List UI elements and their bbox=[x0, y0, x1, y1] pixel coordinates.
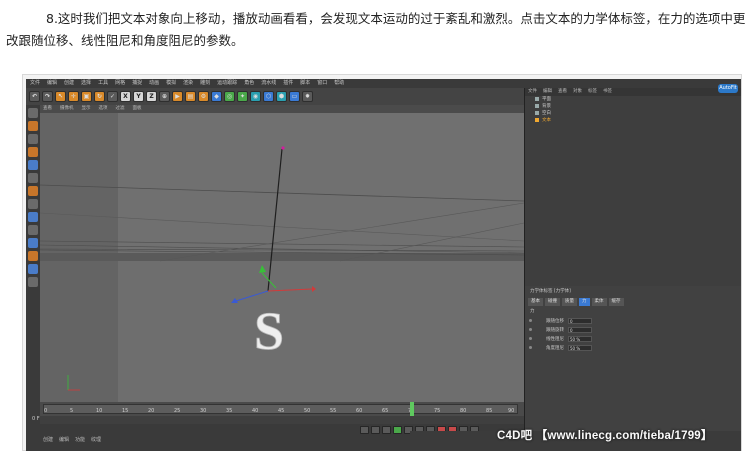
attr-value-field[interactable]: 50 % bbox=[568, 344, 592, 351]
move-icon[interactable]: ✛ bbox=[68, 91, 79, 102]
render-view-icon[interactable]: ▤ bbox=[185, 91, 196, 102]
material-menu-item[interactable]: 创建 bbox=[43, 436, 53, 444]
scene-icon[interactable]: ⬡ bbox=[263, 91, 274, 102]
attr-value-field[interactable]: 0 bbox=[568, 317, 592, 324]
prev-key-icon[interactable] bbox=[371, 426, 380, 434]
rotate-icon[interactable]: ↻ bbox=[94, 91, 105, 102]
article-paragraph: 8.这时我们把文本对象向上移动，播放动画看看，会发现文本运动的过于紊乱和激烈。点… bbox=[6, 11, 746, 48]
app-logo: AutoFit bbox=[718, 84, 738, 93]
camera-icon[interactable]: ▭ bbox=[289, 91, 300, 102]
object-menu-item[interactable]: 编辑 bbox=[543, 88, 552, 96]
tool-icon[interactable] bbox=[28, 173, 38, 183]
z-axis-button[interactable]: Z bbox=[146, 91, 157, 102]
tool-icon[interactable] bbox=[28, 225, 38, 235]
nurbs-icon[interactable]: ◎ bbox=[224, 91, 235, 102]
material-menu-item[interactable]: 纹理 bbox=[91, 436, 101, 444]
light-icon[interactable]: ✸ bbox=[302, 91, 313, 102]
forum-watermark: C4D吧 【www.linecg.com/tieba/1799】 bbox=[497, 430, 713, 442]
transport-bar bbox=[40, 416, 524, 424]
attr-tab[interactable]: 质量 bbox=[562, 298, 577, 306]
material-menu-item[interactable]: 功能 bbox=[75, 436, 85, 444]
viewport-tab[interactable]: 摄像机 bbox=[60, 105, 74, 113]
render-icon[interactable]: ▶ bbox=[172, 91, 183, 102]
viewport-menu: 查看 摄像机 显示 选项 过滤 面板 bbox=[40, 105, 524, 113]
attr-row: 线性阻尼 50 % bbox=[525, 334, 741, 343]
render-settings-icon[interactable]: ⚙ bbox=[198, 91, 209, 102]
tool-icon[interactable] bbox=[28, 108, 38, 118]
viewport-tab[interactable]: 过滤 bbox=[116, 105, 125, 113]
tool-icon[interactable] bbox=[28, 160, 38, 170]
object-manager: 文件 编辑 查看 对象 标签 书签 平面 背景 空白 文本 bbox=[524, 88, 741, 286]
attr-value-field[interactable]: 0 bbox=[568, 326, 592, 333]
viewport-scene: S bbox=[40, 113, 524, 402]
tool-icon[interactable] bbox=[28, 277, 38, 287]
select-icon[interactable]: ↖ bbox=[55, 91, 66, 102]
viewport-tab[interactable]: 显示 bbox=[82, 105, 91, 113]
object-menu-item[interactable]: 文件 bbox=[528, 88, 537, 96]
redo-icon[interactable]: ↷ bbox=[42, 91, 53, 102]
attr-tab[interactable]: 柔体 bbox=[591, 298, 607, 306]
object-row[interactable]: 平面 bbox=[525, 96, 741, 103]
c4d-toolbar: ↶ ↷ ↖ ✛ ▣ ↻ ✓ X Y Z ⊕ ▶ ▤ ⚙ ◆ ◎ ✦ ◉ ⬡ ⬢ … bbox=[26, 88, 524, 105]
timeline[interactable]: 0 5 10 15 20 25 30 35 40 45 50 55 60 65 … bbox=[40, 402, 524, 416]
play-icon[interactable] bbox=[393, 426, 402, 434]
coordinate-icon[interactable]: ⊕ bbox=[159, 91, 170, 102]
tool-icon[interactable] bbox=[28, 186, 38, 196]
timeline-cursor[interactable] bbox=[410, 402, 414, 416]
object-menu-item[interactable]: 标签 bbox=[588, 88, 597, 96]
array-icon[interactable]: ✦ bbox=[237, 91, 248, 102]
tool-icon[interactable] bbox=[28, 121, 38, 131]
object-menu-item[interactable]: 对象 bbox=[573, 88, 582, 96]
cube-icon[interactable]: ◆ bbox=[211, 91, 222, 102]
viewport-tab[interactable]: 面板 bbox=[133, 105, 142, 113]
attr-row: 角度阻尼 50 % bbox=[525, 343, 741, 352]
recent-icon[interactable]: ✓ bbox=[107, 91, 118, 102]
3d-viewport[interactable]: 查看 摄像机 显示 选项 过滤 面板 S bbox=[40, 105, 524, 402]
attr-tab[interactable]: 缓存 bbox=[608, 298, 624, 306]
tool-icon[interactable] bbox=[28, 251, 38, 261]
attr-row: 跟随旋转 0 bbox=[525, 325, 741, 334]
viewport-tab[interactable]: 选项 bbox=[99, 105, 108, 113]
attr-section: 力 bbox=[530, 309, 535, 314]
tool-icon[interactable] bbox=[28, 212, 38, 222]
object-row-selected[interactable]: 文本 bbox=[525, 117, 741, 124]
scale-icon[interactable]: ▣ bbox=[81, 91, 92, 102]
object-row[interactable]: 背景 bbox=[525, 103, 741, 110]
attr-value-field[interactable]: 50 % bbox=[568, 335, 592, 342]
svg-text:S: S bbox=[254, 301, 284, 361]
attr-row: 跟随位移 0 bbox=[525, 316, 741, 325]
environment-icon[interactable]: ⬢ bbox=[276, 91, 287, 102]
left-toolbar bbox=[26, 105, 40, 451]
attr-tab[interactable]: 碰撞 bbox=[545, 298, 560, 306]
object-row[interactable]: 空白 bbox=[525, 110, 741, 117]
undo-icon[interactable]: ↶ bbox=[29, 91, 40, 102]
x-axis-button[interactable]: X bbox=[120, 91, 131, 102]
tool-icon[interactable] bbox=[28, 199, 38, 209]
c4d-menubar: 文件 编辑 创建 选择 工具 网格 捕捉 动画 模拟 渲染 雕刻 运动跟踪 角色 流水线 插件 脚本 窗口 帮助 bbox=[26, 79, 741, 88]
viewport-tab[interactable]: 查看 bbox=[43, 105, 52, 113]
deformer-icon[interactable]: ◉ bbox=[250, 91, 261, 102]
c4d-screenshot: 文件 编辑 创建 选择 工具 网格 捕捉 动画 模拟 渲染 雕刻 运动跟踪 角色 流水线 插件 脚本 窗口 帮助 … bbox=[26, 79, 741, 451]
attr-tab[interactable]: 基本 bbox=[528, 298, 543, 306]
tool-icon[interactable] bbox=[28, 134, 38, 144]
tool-icon[interactable] bbox=[28, 147, 38, 157]
prev-frame-icon[interactable] bbox=[382, 426, 391, 434]
material-menu-item[interactable]: 编辑 bbox=[59, 436, 69, 444]
tool-icon[interactable] bbox=[28, 238, 38, 248]
object-menu-item[interactable]: 书签 bbox=[603, 88, 612, 96]
attr-tab-active[interactable]: 力 bbox=[579, 298, 590, 306]
attr-title: 力学体标签 [力学体] bbox=[530, 289, 571, 294]
y-axis-button[interactable]: Y bbox=[133, 91, 144, 102]
current-frame: 0 F bbox=[32, 416, 40, 422]
object-menu-item[interactable]: 查看 bbox=[558, 88, 567, 96]
tool-icon[interactable] bbox=[28, 264, 38, 274]
first-frame-icon[interactable] bbox=[360, 426, 369, 434]
